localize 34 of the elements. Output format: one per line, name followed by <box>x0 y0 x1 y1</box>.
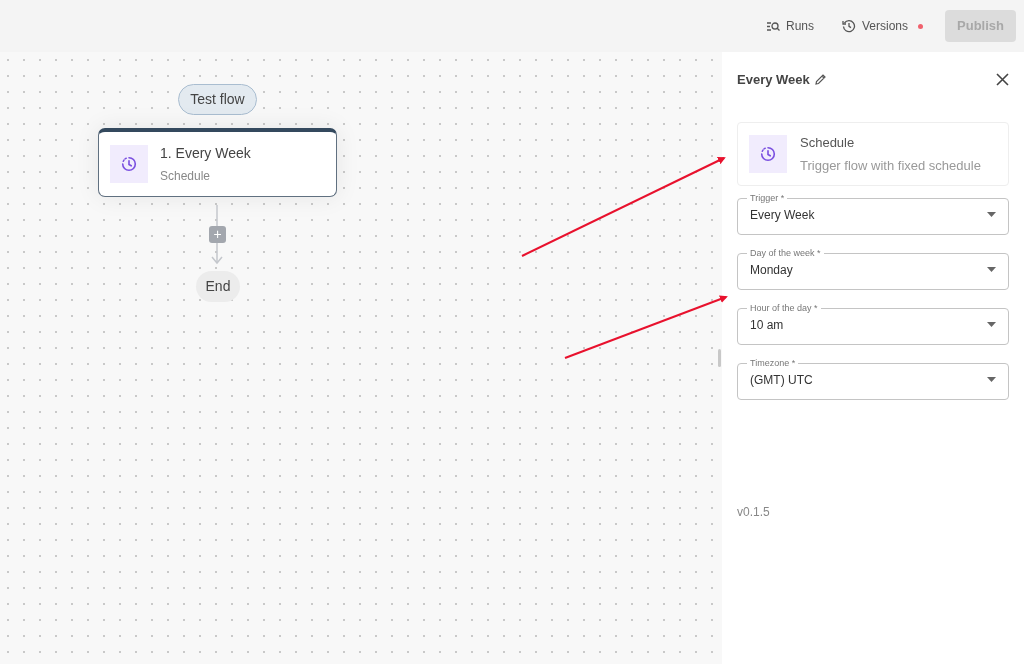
field-value: Every Week <box>750 206 815 224</box>
field-label: Trigger * <box>749 194 786 203</box>
versions-button[interactable]: Versions <box>836 13 930 39</box>
history-icon <box>842 19 856 33</box>
panel-title: Every Week <box>737 70 810 89</box>
caret-icon <box>987 322 996 327</box>
clock-icon <box>120 155 138 173</box>
version-label: v0.1.5 <box>737 504 771 521</box>
resize-handle[interactable] <box>717 349 721 367</box>
end-node: End <box>196 271 240 302</box>
runs-button[interactable]: Runs <box>761 13 820 39</box>
pencil-icon[interactable] <box>813 73 827 86</box>
trigger-description: Trigger flow with fixed schedule <box>800 156 981 175</box>
select-field[interactable]: Trigger * Every Week <box>737 194 1009 235</box>
step-subtitle: Schedule <box>160 168 212 185</box>
caret-icon <box>987 377 996 382</box>
step-title: 1. Every Week <box>160 144 251 163</box>
list-search-icon <box>767 20 780 32</box>
clock-icon <box>759 145 777 163</box>
select-field[interactable]: Day of the week * Monday <box>737 249 1009 290</box>
field-label: Timezone * <box>749 359 797 368</box>
caret-icon <box>987 212 996 217</box>
field-value: Monday <box>750 261 793 279</box>
test-flow-button[interactable]: Test flow <box>178 84 257 115</box>
caret-icon <box>987 267 996 272</box>
field-label: Hour of the day * <box>749 304 819 313</box>
close-icon[interactable] <box>996 73 1009 86</box>
step-card[interactable]: 1. Every Week Schedule <box>98 128 337 197</box>
trigger-title: Schedule <box>800 134 856 152</box>
select-field[interactable]: Timezone * (GMT) UTC <box>737 359 1009 400</box>
field-value: (GMT) UTC <box>750 371 813 389</box>
field-label: Day of the week * <box>749 249 822 258</box>
field-value: 10 am <box>750 316 784 334</box>
select-field[interactable]: Hour of the day * 10 am <box>737 304 1009 345</box>
